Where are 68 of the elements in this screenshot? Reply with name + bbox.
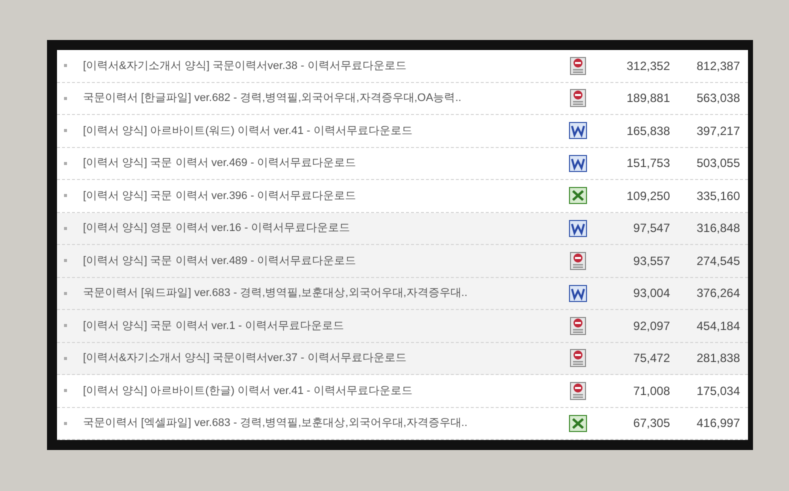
document-icon [570,252,586,270]
download-count: 335,160 [696,188,740,205]
post-title[interactable]: [이력서 양식] 국문 이력서 ver.469 - 이력서무료다운로드 [83,155,553,172]
view-count: 75,472 [632,350,670,368]
document-icon [570,382,586,400]
list-row[interactable]: [이력서&자기소개서 양식] 국문이력서ver.37 - 이력서무료다운로드 75,472 281,838 [57,342,748,375]
view-count: 151,753 [626,155,670,172]
view-count: 165,838 [626,122,670,140]
document-icon [570,349,586,368]
post-title[interactable]: [이력서 양식] 국문 이력서 ver.1 - 이력서무료다운로드 [83,318,553,334]
view-count: 97,547 [632,220,670,238]
list-row[interactable]: [이력서 양식] 영문 이력서 ver.16 - 이력서무료다운로드 97,547 316,848 [57,212,748,245]
bullet-icon [64,64,67,68]
post-title[interactable]: [이력서 양식] 아르바이트(워드) 이력서 ver.41 - 이력서무료다운로드 [83,122,553,139]
download-count: 812,387 [696,58,740,75]
bullet-icon [64,324,67,328]
view-count: 92,097 [632,318,670,335]
view-count: 67,305 [632,415,670,432]
list-row[interactable]: 국문이력서 [워드파일] ver.683 - 경력,병역필,보훈대상,외국어우대,자격증우대.. 93,004 376,264 [57,278,748,310]
view-count: 71,008 [632,382,670,400]
download-count: 397,217 [696,122,740,140]
download-count: 503,055 [696,155,740,172]
document-icon [570,56,586,75]
view-count: 109,250 [626,188,670,205]
download-count: 454,184 [696,318,740,335]
w-letter-icon [569,122,587,140]
post-title[interactable]: 국문이력서 [엑셀파일] ver.683 - 경력,병역필,보훈대상,외국어우대,자격증우대.. [83,415,553,432]
list-row[interactable]: [이력서 양식] 국문 이력서 ver.469 - 이력서무료다운로드 151,753 503,055 [57,148,748,180]
bullet-icon [64,96,67,100]
bullet-icon [64,422,67,425]
list-row[interactable]: [이력서 양식] 국문 이력서 ver.1 - 이력서무료다운로드 92,097 454,184 [57,310,748,342]
download-count: 281,838 [696,350,740,368]
list-row[interactable]: [이력서 양식] 국문 이력서 ver.489 - 이력서무료다운로드 93,557 274,545 [57,245,748,278]
post-title[interactable]: [이력서&자기소개서 양식] 국문이력서ver.37 - 이력서무료다운로드 [83,350,553,366]
view-count: 93,004 [632,285,670,302]
list-row[interactable]: 국문이력서 [한글파일] ver.682 - 경력,병역필,외국어우대,자격증우대,OA능력.. 189,881 563,038 [57,82,748,115]
bullet-icon [64,292,67,295]
w-letter-icon [569,154,587,172]
w-letter-icon [569,220,587,237]
x-letter-icon [569,187,587,204]
document-icon [570,316,586,335]
bullet-icon [64,389,67,392]
post-title[interactable]: [이력서 양식] 국문 이력서 ver.396 - 이력서무료다운로드 [83,188,553,204]
bullet-icon [64,356,67,360]
download-count: 274,545 [696,252,740,270]
x-letter-icon [569,414,587,432]
download-count: 376,264 [696,285,740,302]
bullet-icon [64,226,67,230]
w-letter-icon [569,284,587,302]
post-title[interactable]: [이력서 양식] 영문 이력서 ver.16 - 이력서무료다운로드 [83,220,553,236]
post-title[interactable]: [이력서 양식] 국문 이력서 ver.489 - 이력서무료다운로드 [83,252,553,269]
view-count: 189,881 [626,90,670,108]
document-icon [570,89,586,108]
view-count: 93,557 [632,252,670,270]
post-title[interactable]: 국문이력서 [한글파일] ver.682 - 경력,병역필,외국어우대,자격증우대,OA능력.. [83,90,553,106]
bullet-icon [64,194,67,198]
download-count: 563,038 [696,90,740,108]
post-title[interactable]: [이력서 양식] 아르바이트(한글) 이력서 ver.41 - 이력서무료다운로드 [83,382,553,399]
bullet-icon [64,259,67,262]
post-title[interactable]: [이력서&자기소개서 양식] 국문이력서ver.38 - 이력서무료다운로드 [83,58,553,74]
view-count: 312,352 [626,58,670,75]
list-row[interactable]: 국문이력서 [엑셀파일] ver.683 - 경력,병역필,보훈대상,외국어우대,자격증우대.. 67,305 416,997 [57,408,748,440]
download-count: 175,034 [696,382,740,400]
download-count: 416,997 [696,415,740,432]
download-count: 316,848 [696,220,740,238]
post-title[interactable]: 국문이력서 [워드파일] ver.683 - 경력,병역필,보훈대상,외국어우대,자격증우대.. [83,285,553,302]
bullet-icon [64,162,67,165]
bullet-icon [64,129,67,132]
